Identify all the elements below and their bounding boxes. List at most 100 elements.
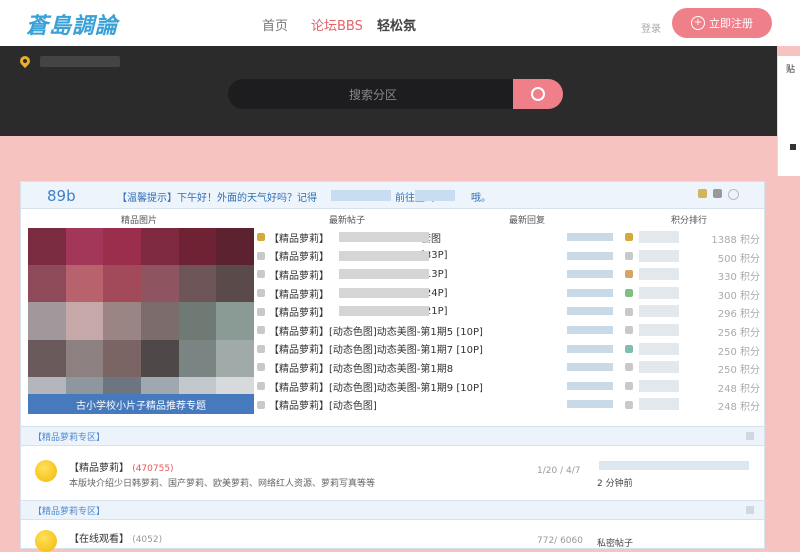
search-button[interactable] [513,79,563,109]
reply-row[interactable] [563,302,623,321]
rank-user-redacted[interactable] [639,249,679,262]
thread-bullet-icon [257,233,265,242]
search-input[interactable]: 搜索分区 [228,79,518,109]
rank-score: 300 积分 [717,290,760,302]
thread-tag[interactable]: 【精品萝莉】 [269,248,329,263]
site-logo[interactable]: 蒼島調論 [26,8,118,40]
thread-bullet-icon [257,344,265,353]
forum-description: 本版块介绍少日韩萝莉、国产萝莉、欧美萝莉、网络红人资源、萝莉写真等等 [69,479,376,489]
rank-row[interactable]: 296 积分 [621,302,764,321]
side-float-panel[interactable]: 贴 [777,56,800,176]
thread-title[interactable]: [动态色图]动态美图-第1期5 [10P] [329,323,483,338]
reply-row[interactable] [563,395,623,414]
forum-stats: 772/ 6060 [537,536,583,546]
reply-row[interactable] [563,265,623,284]
thread-redacted [339,232,429,242]
reply-row[interactable] [563,284,623,303]
thread-row[interactable]: 【精品萝莉】 [动态色图] [257,395,561,414]
rank-medal-icon [625,233,633,242]
thread-tag[interactable]: 【精品萝莉】 [269,230,329,245]
reply-row[interactable] [563,228,623,247]
forum-last-time: 私密帖子 [597,539,634,549]
thread-row[interactable]: 【精品萝莉】 [13P] [257,265,561,284]
rank-user-redacted[interactable] [639,379,679,392]
date-number: 89b [47,187,76,205]
thread-row[interactable]: 【精品萝莉】 [动态色图]动态美图-第1期5 [10P] [257,321,561,340]
rank-row[interactable]: 250 积分 [621,358,764,377]
rank-medal-icon [625,400,633,409]
rank-user-redacted[interactable] [639,286,679,299]
notice-bar: 89b 【温馨提示】下午好！外面的天气好吗？记得前往签到哦。 [21,182,764,209]
thread-row[interactable]: 【精品萝莉】 [动态色图]动态美图-第1期9 [10P] [257,377,561,396]
thread-tag[interactable]: 【精品萝莉】 [269,323,329,338]
rank-score: 256 积分 [717,327,760,339]
nav-home[interactable]: 首页 [262,15,288,34]
list-icon[interactable] [713,189,722,198]
thread-tag[interactable]: 【精品萝莉】 [269,267,329,282]
reply-row[interactable] [563,321,623,340]
signup-button[interactable]: + 立即注册 [672,8,772,38]
reply-row[interactable] [563,358,623,377]
rank-row[interactable]: 330 积分 [621,265,764,284]
forum-title[interactable]: 【在线观看】 (4052) [69,530,162,545]
photo-pixel [216,339,254,377]
nav-bbs[interactable]: 论坛BBS [311,15,363,49]
thread-tag[interactable]: 【精品萝莉】 [269,341,329,356]
thread-title[interactable]: [动态色图]动态美图-第1期7 [10P] [329,341,483,356]
signin-link[interactable]: 登录 [641,20,661,35]
thread-title[interactable]: [动态色图]动态美图-第1期8 [329,360,453,375]
rank-user-redacted[interactable] [639,231,679,243]
collapse-icon[interactable] [746,506,754,514]
rank-user-redacted[interactable] [639,398,679,411]
refresh-icon[interactable] [728,189,739,200]
section-header[interactable]: 【精品萝莉专区】 [21,500,764,520]
forum-title[interactable]: 【精品萝莉】 (470755) [69,459,174,474]
breadcrumb[interactable] [40,56,120,67]
latest-replies [563,228,623,414]
reply-row[interactable] [563,247,623,266]
photo-pixel [178,339,217,377]
rank-user-redacted[interactable] [639,342,679,355]
reply-row[interactable] [563,377,623,396]
rank-row[interactable]: 250 积分 [621,340,764,359]
thread-title[interactable]: [动态色图] [329,397,377,412]
photo-pixel [65,302,104,340]
thread-tag[interactable]: 【精品萝莉】 [269,397,329,412]
crown-icon[interactable] [698,189,707,198]
photo-caption[interactable]: 古小学校小片子精品推荐专题 [28,394,254,414]
rank-row[interactable]: 248 积分 [621,377,764,396]
forum-last-post[interactable] [599,461,749,470]
reply-redacted [567,270,613,279]
rank-user-redacted[interactable] [639,305,679,318]
thread-tag[interactable]: 【精品萝莉】 [269,360,329,375]
collapse-icon[interactable] [746,432,754,440]
thread-title[interactable]: [动态色图]动态美图-第1期9 [10P] [329,379,483,394]
featured-photo[interactable] [28,228,254,414]
rank-row[interactable]: 1388 积分 [621,228,764,247]
thread-row[interactable]: 【精品萝莉】 [动态色图]动态美图-第1期7 [10P] [257,340,561,359]
rank-user-redacted[interactable] [639,268,679,281]
rank-user-redacted[interactable] [639,361,679,374]
forum-name[interactable]: 【在线观看】 [69,534,129,545]
reply-redacted [567,381,613,390]
thread-tag[interactable]: 【精品萝莉】 [269,286,329,301]
thread-tag[interactable]: 【精品萝莉】 [269,304,329,319]
col-head-replies: 最新回复 [509,216,546,226]
rank-row[interactable]: 256 积分 [621,321,764,340]
thread-row[interactable]: 【精品萝莉】 [24P] [257,284,561,303]
forum-name[interactable]: 【精品萝莉】 [69,463,129,474]
thread-row[interactable]: 【精品萝莉】 套图 [257,228,561,247]
thread-row[interactable]: 【精品萝莉】 [动态色图]动态美图-第1期8 [257,358,561,377]
reply-row[interactable] [563,340,623,359]
rank-row[interactable]: 300 积分 [621,284,764,303]
thread-row[interactable]: 【精品萝莉】 [33P] [257,247,561,266]
rank-user-redacted[interactable] [639,323,679,336]
rank-row[interactable]: 500 积分 [621,247,764,266]
thread-row[interactable]: 【精品萝莉】 [21P] [257,302,561,321]
section-header[interactable]: 【精品萝莉专区】 [21,426,764,446]
thread-tag[interactable]: 【精品萝莉】 [269,379,329,394]
notice-redacted [415,190,455,201]
rank-score: 296 积分 [717,309,760,321]
nav-third[interactable]: 轻松氛 [377,15,416,34]
rank-row[interactable]: 248 积分 [621,395,764,414]
